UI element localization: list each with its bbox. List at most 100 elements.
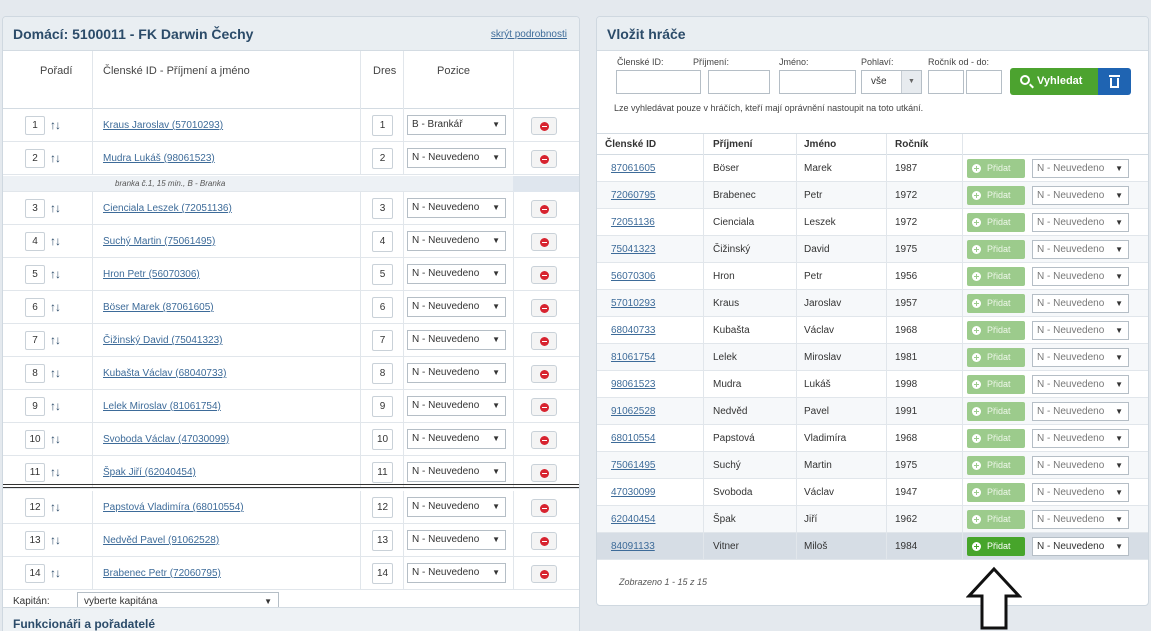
player-link[interactable]: Nedvěd Pavel (91062528) <box>103 535 219 546</box>
position-select[interactable]: N - Neuvedeno ▼ <box>1032 240 1129 259</box>
player-link[interactable]: Kraus Jaroslav (57010293) <box>103 120 223 131</box>
order-input[interactable]: 9 <box>25 397 45 416</box>
reorder-arrows-icon[interactable]: ↑↓ <box>50 500 61 514</box>
surname-input[interactable] <box>708 70 770 94</box>
position-select[interactable]: N - Neuvedeno ▼ <box>1032 213 1129 232</box>
add-player-button[interactable]: Přidat <box>967 321 1025 340</box>
remove-player-button[interactable] <box>531 332 557 350</box>
position-select[interactable]: B - Brankář ▼ <box>407 115 506 135</box>
gender-select[interactable]: vše ▼ <box>861 70 922 94</box>
remove-player-button[interactable] <box>531 499 557 517</box>
remove-player-button[interactable] <box>531 200 557 218</box>
remove-player-button[interactable] <box>531 464 557 482</box>
player-link[interactable]: Čižinský David (75041323) <box>103 335 223 346</box>
search-button[interactable]: Vyhledat <box>1010 68 1098 95</box>
position-select[interactable]: N - Neuvedeno ▼ <box>407 264 506 284</box>
reorder-arrows-icon[interactable]: ↑↓ <box>50 333 61 347</box>
remove-player-button[interactable] <box>531 117 557 135</box>
position-select[interactable]: N - Neuvedeno ▼ <box>1032 510 1129 529</box>
hide-details-link[interactable]: skrýt podrobnosti <box>491 29 567 40</box>
order-input[interactable]: 5 <box>25 265 45 284</box>
member-id-link[interactable]: 57010293 <box>611 298 656 309</box>
jersey-input[interactable]: 12 <box>372 497 393 518</box>
jersey-input[interactable]: 7 <box>372 330 393 351</box>
order-input[interactable]: 13 <box>25 531 45 550</box>
position-select[interactable]: N - Neuvedeno ▼ <box>1032 537 1129 556</box>
position-select[interactable]: N - Neuvedeno ▼ <box>407 148 506 168</box>
reorder-arrows-icon[interactable]: ↑↓ <box>50 300 61 314</box>
member-id-link[interactable]: 75041323 <box>611 244 656 255</box>
jersey-input[interactable]: 1 <box>372 115 393 136</box>
remove-player-button[interactable] <box>531 266 557 284</box>
jersey-input[interactable]: 4 <box>372 231 393 252</box>
order-input[interactable]: 10 <box>25 430 45 449</box>
remove-player-button[interactable] <box>531 365 557 383</box>
order-input[interactable]: 12 <box>25 498 45 517</box>
reorder-arrows-icon[interactable]: ↑↓ <box>50 533 61 547</box>
order-input[interactable]: 4 <box>25 232 45 251</box>
add-player-button[interactable]: Přidat <box>967 537 1025 556</box>
position-select[interactable]: N - Neuvedeno ▼ <box>1032 186 1129 205</box>
reorder-arrows-icon[interactable]: ↑↓ <box>50 366 61 380</box>
player-link[interactable]: Böser Marek (87061605) <box>103 302 214 313</box>
reorder-arrows-icon[interactable]: ↑↓ <box>50 201 61 215</box>
player-link[interactable]: Špak Jiří (62040454) <box>103 467 196 478</box>
member-id-input[interactable] <box>616 70 701 94</box>
reorder-arrows-icon[interactable]: ↑↓ <box>50 151 61 165</box>
order-input[interactable]: 3 <box>25 199 45 218</box>
position-select[interactable]: N - Neuvedeno ▼ <box>407 297 506 317</box>
member-id-link[interactable]: 84091133 <box>611 541 655 552</box>
add-player-button[interactable]: Přidat <box>967 159 1025 178</box>
position-select[interactable]: N - Neuvedeno ▼ <box>407 231 506 251</box>
position-select[interactable]: N - Neuvedeno ▼ <box>407 396 506 416</box>
add-player-button[interactable]: Přidat <box>967 483 1025 502</box>
position-select[interactable]: N - Neuvedeno ▼ <box>1032 267 1129 286</box>
remove-player-button[interactable] <box>531 150 557 168</box>
reorder-arrows-icon[interactable]: ↑↓ <box>50 399 61 413</box>
remove-player-button[interactable] <box>531 398 557 416</box>
position-select[interactable]: N - Neuvedeno ▼ <box>1032 321 1129 340</box>
clear-search-button[interactable] <box>1098 68 1131 95</box>
add-player-button[interactable]: Přidat <box>967 213 1025 232</box>
player-link[interactable]: Papstová Vladimíra (68010554) <box>103 502 244 513</box>
year-to-input[interactable] <box>966 70 1002 94</box>
add-player-button[interactable]: Přidat <box>967 375 1025 394</box>
position-select[interactable]: N - Neuvedeno ▼ <box>407 330 506 350</box>
name-input[interactable] <box>779 70 856 94</box>
member-id-link[interactable]: 62040454 <box>611 514 656 525</box>
position-select[interactable]: N - Neuvedeno ▼ <box>1032 375 1129 394</box>
position-select[interactable]: N - Neuvedeno ▼ <box>1032 294 1129 313</box>
order-input[interactable]: 11 <box>25 463 45 482</box>
jersey-input[interactable]: 6 <box>372 297 393 318</box>
reorder-arrows-icon[interactable]: ↑↓ <box>50 465 61 479</box>
player-link[interactable]: Kubašta Václav (68040733) <box>103 368 226 379</box>
order-input[interactable]: 1 <box>25 116 45 135</box>
member-id-link[interactable]: 68040733 <box>611 325 656 336</box>
order-input[interactable]: 8 <box>25 364 45 383</box>
player-link[interactable]: Cienciala Leszek (72051136) <box>103 203 232 214</box>
reorder-arrows-icon[interactable]: ↑↓ <box>50 118 61 132</box>
jersey-input[interactable]: 5 <box>372 264 393 285</box>
position-select[interactable]: N - Neuvedeno ▼ <box>407 198 506 218</box>
remove-player-button[interactable] <box>531 233 557 251</box>
member-id-link[interactable]: 47030099 <box>611 487 656 498</box>
add-player-button[interactable]: Přidat <box>967 267 1025 286</box>
member-id-link[interactable]: 81061754 <box>611 352 656 363</box>
add-player-button[interactable]: Přidat <box>967 429 1025 448</box>
jersey-input[interactable]: 14 <box>372 563 393 584</box>
player-link[interactable]: Svoboda Václav (47030099) <box>103 434 229 445</box>
position-select[interactable]: N - Neuvedeno ▼ <box>407 530 506 550</box>
jersey-input[interactable]: 10 <box>372 429 393 450</box>
add-player-button[interactable]: Přidat <box>967 402 1025 421</box>
remove-player-button[interactable] <box>531 299 557 317</box>
add-player-button[interactable]: Přidat <box>967 186 1025 205</box>
reorder-arrows-icon[interactable]: ↑↓ <box>50 566 61 580</box>
member-id-link[interactable]: 91062528 <box>611 406 656 417</box>
remove-player-button[interactable] <box>531 565 557 583</box>
member-id-link[interactable]: 87061605 <box>611 163 656 174</box>
player-link[interactable]: Lelek Miroslav (81061754) <box>103 401 221 412</box>
position-select[interactable]: N - Neuvedeno ▼ <box>1032 348 1129 367</box>
order-input[interactable]: 7 <box>25 331 45 350</box>
jersey-input[interactable]: 3 <box>372 198 393 219</box>
add-player-button[interactable]: Přidat <box>967 240 1025 259</box>
